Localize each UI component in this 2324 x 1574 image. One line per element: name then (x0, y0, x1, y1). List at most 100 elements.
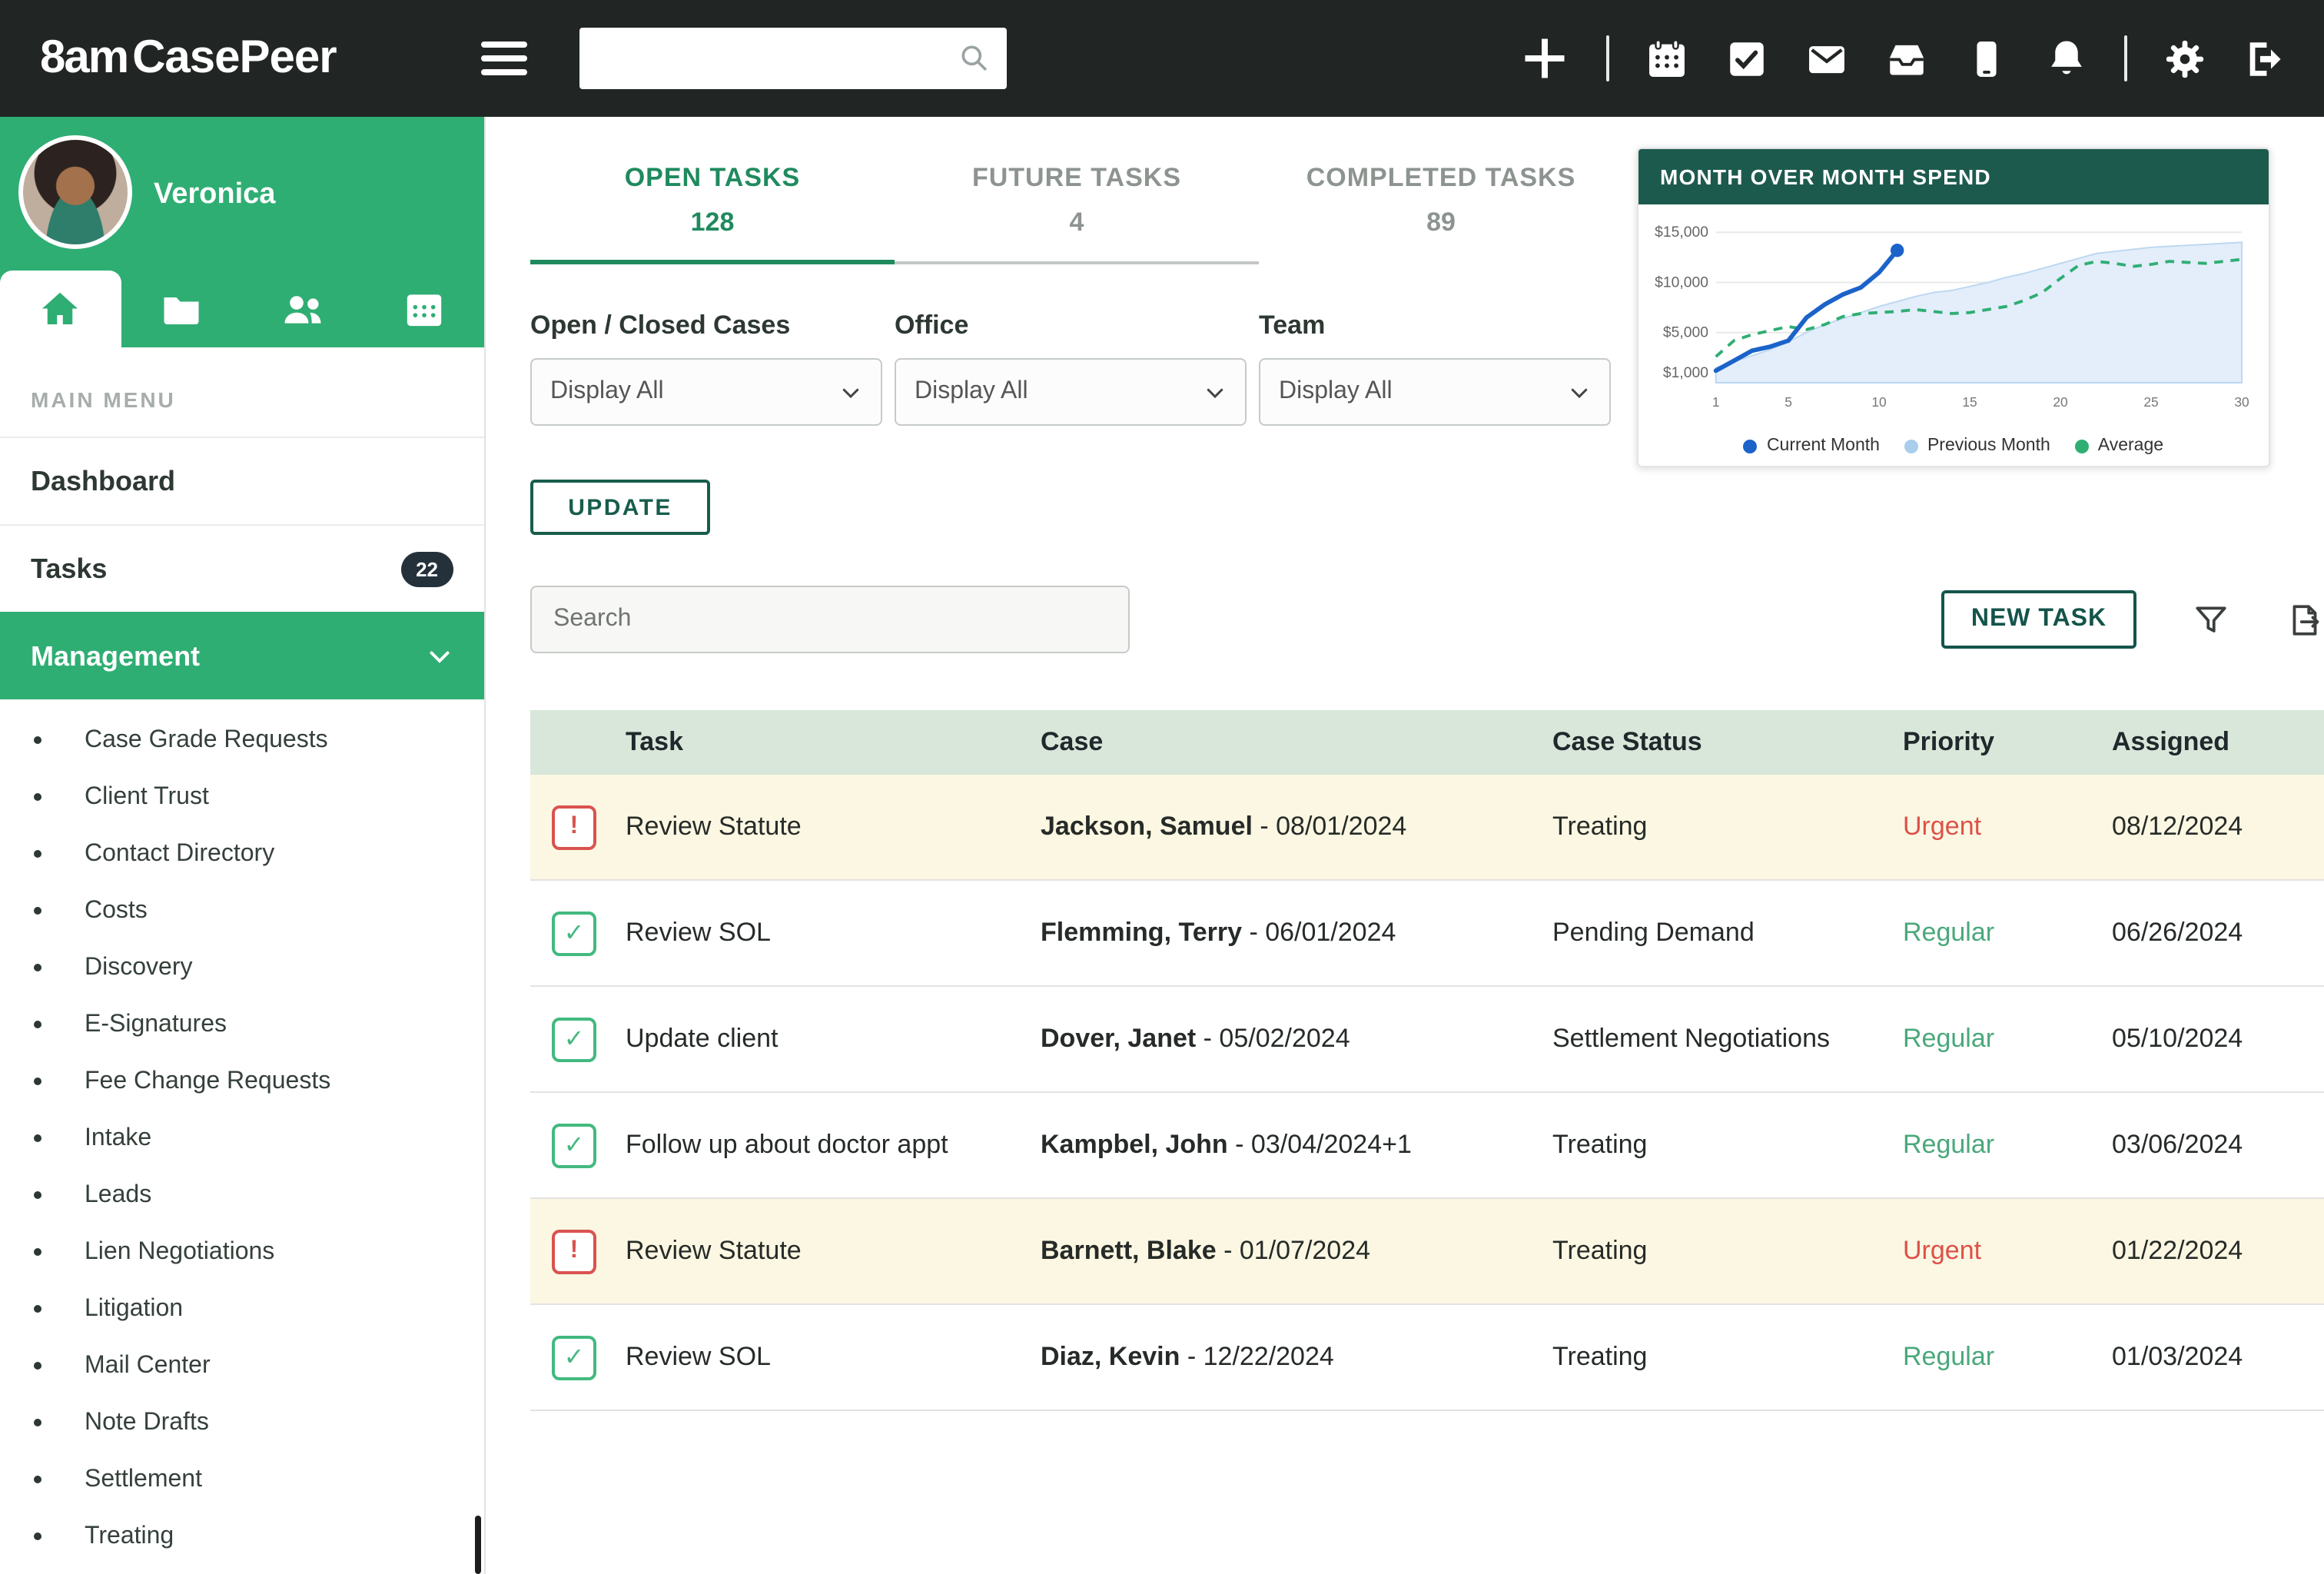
menu-icon[interactable] (481, 42, 527, 75)
settings-gear-icon[interactable] (2163, 36, 2207, 81)
legend-label: Current Month (1767, 437, 1880, 455)
management-submenu-item[interactable]: E-Signatures (0, 996, 484, 1053)
case-link[interactable]: Dover, Janet - 05/02/2024 (1041, 1024, 1552, 1054)
table-row[interactable]: ✓ Review SOL Diaz, Kevin - 12/22/2024 Tr… (530, 1305, 2324, 1411)
filter-label: Office (895, 310, 1247, 341)
bullet-icon (34, 1419, 42, 1426)
update-button[interactable]: UPDATE (530, 480, 710, 535)
task-status-icon[interactable]: ✓ (552, 911, 596, 955)
chevron-down-icon (1568, 380, 1591, 403)
inbox-icon[interactable] (1884, 36, 1929, 81)
phone-icon[interactable] (1964, 36, 2009, 81)
table-row[interactable]: ✓ Follow up about doctor appt Kampbel, J… (530, 1093, 2324, 1199)
sidebar-scrollbar[interactable] (475, 1516, 481, 1574)
management-submenu-item[interactable]: Fee Change Requests (0, 1053, 484, 1110)
sidebar-item-dashboard[interactable]: Dashboard (0, 437, 484, 524)
global-search[interactable] (579, 28, 1007, 89)
add-icon[interactable] (1519, 32, 1571, 85)
task-toolbar: NEW TASK (530, 586, 2324, 653)
case-link[interactable]: Diaz, Kevin - 12/22/2024 (1041, 1342, 1552, 1373)
bullet-icon (34, 1021, 42, 1028)
table-row[interactable]: ✓ Update client Dover, Janet - 05/02/202… (530, 987, 2324, 1093)
management-submenu-item[interactable]: Leads (0, 1167, 484, 1224)
tab-count: 4 (895, 208, 1259, 238)
svg-text:30: 30 (2234, 394, 2249, 410)
nav-home[interactable] (0, 271, 121, 347)
priority-value: Regular (1903, 1024, 2112, 1054)
notifications-icon[interactable] (2044, 36, 2089, 81)
legend-item: Previous Month (1904, 437, 2050, 455)
main-menu: MAIN MENU Dashboard Tasks 22 Management … (0, 347, 484, 1565)
spend-chart: $15,000$10,000$5,000$1,000151015202530 C… (1638, 204, 2269, 464)
management-submenu-item[interactable]: Client Trust (0, 769, 484, 825)
task-tab[interactable]: COMPLETED TASKS 89 (1259, 148, 1623, 264)
management-submenu-item[interactable]: Costs (0, 882, 484, 939)
global-search-input[interactable] (595, 44, 958, 73)
mail-icon[interactable] (1804, 36, 1849, 81)
svg-text:5: 5 (1784, 394, 1792, 410)
case-status: Pending Demand (1552, 918, 1903, 948)
filter-value: Display All (550, 378, 664, 406)
table-row[interactable]: ✓ Review SOL Flemming, Terry - 06/01/202… (530, 881, 2324, 987)
profile-header: Veronica (0, 117, 484, 347)
management-submenu-item[interactable]: Discovery (0, 939, 484, 996)
case-link[interactable]: Barnett, Blake - 01/07/2024 (1041, 1236, 1552, 1267)
case-link[interactable]: Jackson, Samuel - 08/01/2024 (1041, 812, 1552, 842)
management-submenu-item[interactable]: Note Drafts (0, 1394, 484, 1451)
management-submenu-item[interactable]: Intake (0, 1110, 484, 1167)
submenu-item-label: Contact Directory (85, 840, 274, 868)
logout-icon[interactable] (2243, 36, 2287, 81)
task-status-icon[interactable]: ✓ (552, 1123, 596, 1167)
new-task-button[interactable]: NEW TASK (1941, 590, 2136, 649)
table-row[interactable]: ! Review Statute Barnett, Blake - 01/07/… (530, 1199, 2324, 1305)
tasks-icon[interactable] (1725, 36, 1769, 81)
nav-calendar[interactable] (364, 271, 485, 347)
management-submenu-item[interactable]: Settlement (0, 1451, 484, 1508)
sidebar-item-label: Dashboard (31, 465, 175, 497)
management-submenu-item[interactable]: Lien Negotiations (0, 1224, 484, 1280)
sidebar-item-tasks[interactable]: Tasks 22 (0, 524, 484, 612)
filter: Open / Closed Cases Display All (530, 310, 882, 426)
filter: Office Display All (895, 310, 1247, 426)
export-icon[interactable] (2286, 600, 2324, 639)
task-search-input[interactable] (530, 586, 1130, 653)
priority-value: Regular (1903, 1130, 2112, 1161)
filter-dropdown[interactable]: Display All (1259, 358, 1611, 426)
nav-cases[interactable] (121, 271, 243, 347)
task-status-icon[interactable]: ! (552, 805, 596, 849)
task-status-icon[interactable]: ✓ (552, 1017, 596, 1061)
bullet-icon (34, 907, 42, 915)
tab-label: COMPLETED TASKS (1259, 163, 1623, 194)
filter-funnel-icon[interactable] (2192, 600, 2230, 639)
task-tab[interactable]: OPEN TASKS 128 (530, 148, 895, 264)
sidebar-item-management[interactable]: Management (0, 612, 484, 699)
table-row[interactable]: ! Review Statute Jackson, Samuel - 08/01… (530, 775, 2324, 881)
spend-chart-card: MONTH OVER MONTH SPEND $15,000$10,000$5,… (1637, 148, 2270, 467)
avatar[interactable] (18, 135, 132, 249)
management-submenu-item[interactable]: Case Grade Requests (0, 712, 484, 769)
svg-text:15: 15 (1962, 394, 1977, 410)
filter-dropdown[interactable]: Display All (530, 358, 882, 426)
management-submenu-item[interactable]: Treating (0, 1508, 484, 1565)
case-link[interactable]: Kampbel, John - 03/04/2024+1 (1041, 1130, 1552, 1161)
task-name: Review Statute (626, 1236, 1041, 1267)
task-status-icon[interactable]: ! (552, 1229, 596, 1273)
column-header-case-status: Case Status (1552, 727, 1903, 758)
management-submenu-item[interactable]: Contact Directory (0, 825, 484, 882)
case-link[interactable]: Flemming, Terry - 06/01/2024 (1041, 918, 1552, 948)
task-tab[interactable]: FUTURE TASKS 4 (895, 148, 1259, 264)
filter-value: Display All (915, 378, 1028, 406)
sidebar-item-label: Management (31, 640, 200, 672)
filter-dropdown[interactable]: Display All (895, 358, 1247, 426)
legend-item: Average (2075, 437, 2163, 455)
bullet-icon (34, 1305, 42, 1313)
calendar-icon[interactable] (1645, 36, 1689, 81)
column-header-assigned: Assigned (2112, 727, 2324, 758)
management-submenu-item[interactable]: Litigation (0, 1280, 484, 1337)
nav-contacts[interactable] (242, 271, 364, 347)
chart-canvas: $15,000$10,000$5,000$1,000151015202530 (1638, 204, 2269, 427)
app-logo[interactable]: 8am CasePeer (40, 32, 337, 85)
management-submenu-item[interactable]: Mail Center (0, 1337, 484, 1394)
task-status-icon[interactable]: ✓ (552, 1335, 596, 1380)
task-name: Review SOL (626, 918, 1041, 948)
